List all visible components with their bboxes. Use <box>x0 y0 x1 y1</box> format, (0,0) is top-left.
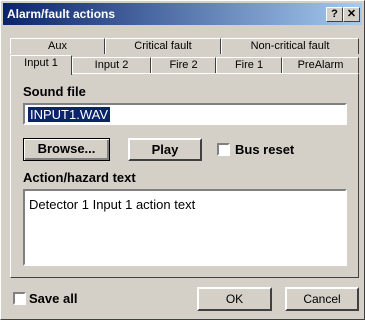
save-all-checkbox[interactable] <box>13 292 26 305</box>
window-title: Alarm/fault actions <box>7 7 116 21</box>
action-text-area[interactable]: Detector 1 Input 1 action text <box>23 189 347 266</box>
ok-button[interactable]: OK <box>197 287 272 311</box>
tab-fire-1[interactable]: Fire 1 <box>216 57 282 73</box>
sound-file-value: INPUT1.WAV <box>28 107 111 122</box>
tab-fire-2[interactable]: Fire 2 <box>151 57 216 73</box>
browse-button[interactable]: Browse... <box>23 138 110 161</box>
sound-file-input[interactable]: INPUT1.WAV <box>23 103 347 125</box>
tab-input-2[interactable]: Input 2 <box>72 57 151 73</box>
bus-reset-checkbox[interactable] <box>217 143 230 156</box>
tab-non-critical-fault[interactable]: Non-critical fault <box>221 38 359 54</box>
sound-file-label: Sound file <box>23 84 86 99</box>
title-bar: Alarm/fault actions ? ✕ <box>3 3 362 25</box>
tab-critical-fault[interactable]: Critical fault <box>105 38 221 54</box>
save-all-label: Save all <box>29 291 78 306</box>
tab-panel: Sound file INPUT1.WAV Browse... Play Bus… <box>10 73 359 278</box>
tab-prealarm[interactable]: PreAlarm <box>282 57 359 73</box>
close-button[interactable]: ✕ <box>343 6 360 22</box>
cancel-button[interactable]: Cancel <box>285 287 359 311</box>
play-button[interactable]: Play <box>128 138 202 161</box>
action-text-value: Detector 1 Input 1 action text <box>29 197 196 212</box>
action-text-label: Action/hazard text <box>23 170 136 185</box>
tab-aux[interactable]: Aux <box>10 38 105 54</box>
bus-reset-label: Bus reset <box>235 142 295 157</box>
tab-input-1[interactable]: Input 1 <box>10 55 72 75</box>
alarm-fault-dialog: Alarm/fault actions ? ✕ Aux Critical fau… <box>0 0 365 320</box>
help-button[interactable]: ? <box>326 6 343 22</box>
